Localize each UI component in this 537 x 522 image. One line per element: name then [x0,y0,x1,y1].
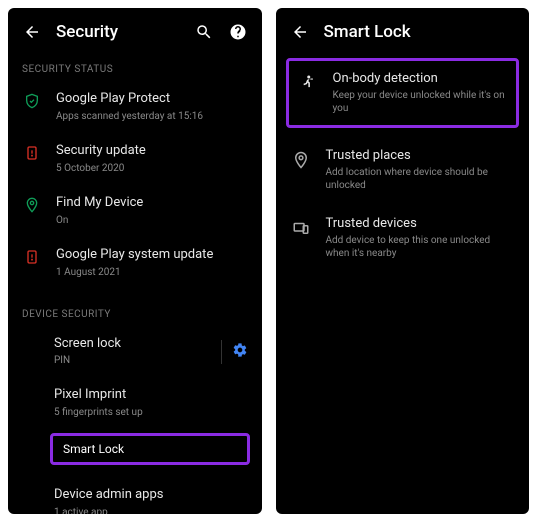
app-bar: Security [8,8,262,52]
page-title: Smart Lock [324,22,516,42]
row-device-admin[interactable]: Device admin apps 1 active app [8,477,262,514]
devices-icon [290,216,312,237]
row-sub: 1 active app [54,506,248,514]
walk-icon [297,71,319,92]
place-icon [290,148,312,169]
row-trusted-devices[interactable]: Trusted devices Add device to keep this … [276,204,530,272]
system-update-alert-icon [22,247,42,265]
row-sub: Keep your device unlocked while it's on … [333,89,509,115]
row-smart-lock[interactable]: Smart Lock [53,436,247,462]
row-play-protect[interactable]: Google Play Protect Apps scanned yesterd… [8,81,262,133]
update-alert-icon [22,143,42,161]
row-screen-lock[interactable]: Screen lock PIN [8,326,262,378]
row-title: Security update [56,143,248,160]
row-title: Smart Lock [63,442,237,456]
row-title: Device admin apps [54,487,248,504]
app-bar: Smart Lock [276,8,530,52]
smart-lock-screen: Smart Lock On-body detection Keep your d… [276,8,530,514]
row-title: Trusted devices [326,216,516,231]
help-icon[interactable] [228,22,248,42]
row-title: Google Play system update [56,247,248,264]
divider [221,340,222,364]
section-header-status: SECURITY STATUS [8,52,262,81]
row-title: Trusted places [326,148,516,163]
row-trusted-places[interactable]: Trusted places Add location where device… [276,136,530,204]
back-icon[interactable] [22,22,42,42]
row-title: Find My Device [56,195,248,212]
page-title: Security [56,22,180,42]
gear-icon[interactable] [232,342,248,362]
row-sub: Add location where device should be unlo… [326,166,516,192]
location-icon [22,195,42,213]
row-sub: On [56,214,248,227]
row-sub: 5 October 2020 [56,162,248,175]
row-title: Screen lock [54,336,199,353]
row-pixel-imprint[interactable]: Pixel Imprint 5 fingerprints set up [8,377,262,429]
row-sub: 1 August 2021 [56,266,248,279]
search-icon[interactable] [194,22,214,42]
section-header-device: DEVICE SECURITY [8,297,262,326]
row-find-device[interactable]: Find My Device On [8,185,262,237]
security-screen: Security SECURITY STATUS Google Play Pro… [8,8,262,514]
row-sub: 5 fingerprints set up [54,406,248,419]
row-title: Pixel Imprint [54,387,248,404]
row-smart-lock-highlight: Smart Lock [50,433,250,465]
back-icon[interactable] [290,22,310,42]
row-play-system-update[interactable]: Google Play system update 1 August 2021 [8,237,262,289]
row-sub: Apps scanned yesterday at 15:16 [56,110,248,123]
row-onbody-detection[interactable]: On-body detection Keep your device unloc… [289,61,517,125]
row-title: Google Play Protect [56,91,248,108]
shield-check-icon [22,91,42,109]
row-sub: Add device to keep this one unlocked whe… [326,234,516,260]
row-onbody-highlight: On-body detection Keep your device unloc… [286,58,520,128]
row-sub: PIN [54,354,199,367]
row-security-update[interactable]: Security update 5 October 2020 [8,133,262,185]
row-title: On-body detection [333,71,509,86]
